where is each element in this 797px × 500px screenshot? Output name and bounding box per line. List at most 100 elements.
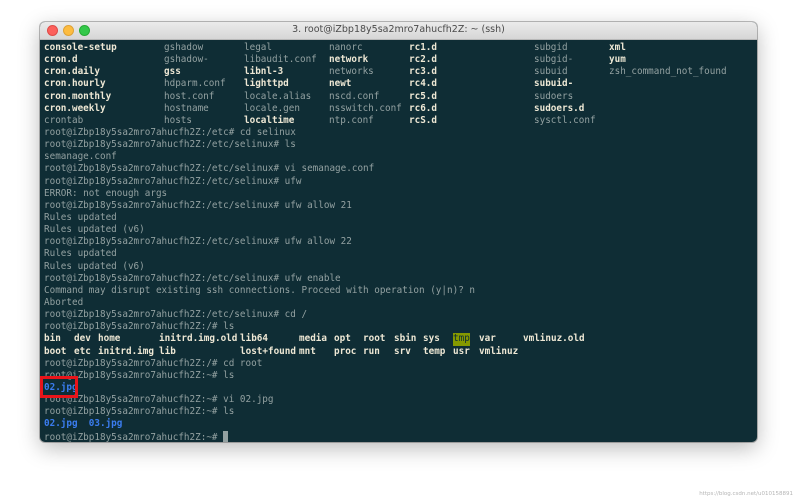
file-entry: sbin	[394, 333, 417, 345]
terminal-line: root@iZbp18y5sa2mro7ahucfh2Z:~# ls	[44, 406, 235, 418]
terminal-line: Aborted	[44, 296, 84, 308]
file-entry: subgid	[534, 42, 568, 53]
file-entry: nsswitch.conf	[329, 102, 402, 114]
terminal-line: root@iZbp18y5sa2mro7ahucfh2Z:/# cd root	[44, 357, 263, 369]
watermark: https://blog.csdn.net/u010158891	[699, 491, 793, 497]
file-entry: lib64	[240, 333, 268, 345]
root-listing: bin dev home initrd.img.old lib64 media opt roo…	[44, 333, 754, 357]
terminal-line: root@iZbp18y5sa2mro7ahucfh2Z:~# vi 02.jp…	[44, 394, 274, 406]
file-entry: rc4.d	[409, 78, 437, 90]
file-entry: opt	[334, 333, 351, 345]
file-entry: bin	[44, 333, 61, 345]
file-entry: rc3.d	[409, 66, 437, 78]
file-entry: etc	[74, 345, 91, 357]
file-entry: sys	[423, 333, 440, 345]
file-entry: gshadow	[164, 42, 204, 53]
file-entry: gshadow-	[164, 54, 209, 66]
terminal-line: Rules updated	[44, 211, 117, 223]
terminal-line: semanage.conf	[44, 151, 117, 163]
ls-result-line-2: 02.jpg 03.jpg	[44, 418, 754, 430]
prompt: root@iZbp18y5sa2mro7ahucfh2Z:~#	[44, 431, 224, 443]
terminal-window[interactable]: 3. root@iZbp18y5sa2mro7ahucfh2Z: ~ (ssh)…	[40, 22, 757, 442]
file-entry: hostname	[164, 102, 209, 114]
file-entry: cron.daily	[44, 66, 100, 78]
file-entry: rcS.d	[409, 114, 437, 126]
file-entry: yum	[609, 54, 626, 66]
file-entry: run	[363, 345, 380, 357]
file-entry: sudoers	[534, 90, 574, 102]
file-entry: host.conf	[164, 90, 215, 102]
file-entry: subuid-	[534, 78, 574, 90]
listing-row: cron.weekly hostname locale.gen nsswitch.co…	[44, 103, 754, 115]
file-entry: networks	[329, 66, 374, 78]
file-entry: lighttpd	[244, 78, 289, 90]
file-entry: srv	[394, 345, 411, 357]
file-entry: initrd.img	[98, 345, 154, 357]
terminal-line: root@iZbp18y5sa2mro7ahucfh2Z:/etc/selinu…	[44, 163, 375, 175]
file-entry: temp	[423, 345, 446, 357]
terminal-content[interactable]: console-setup gshadow legal nanorc rc1.d subg…	[44, 42, 754, 443]
file-entry: usr	[453, 345, 470, 357]
file-entry: rc1.d	[409, 42, 437, 53]
file-entry: sysctl.conf	[534, 114, 596, 126]
file-entry: 03.jpg	[88, 418, 123, 430]
terminal-line: root@iZbp18y5sa2mro7ahucfh2Z:/# ls	[44, 321, 235, 333]
command-history-3: root@iZbp18y5sa2mro7ahucfh2Z:~# vi 02.jp…	[44, 394, 754, 418]
file-entry: root	[363, 333, 386, 345]
file-entry: 02.jpg	[44, 418, 78, 430]
file-entry: nscd.conf	[329, 90, 380, 102]
file-entry: rc5.d	[409, 90, 437, 102]
terminal-line: root@iZbp18y5sa2mro7ahucfh2Z:/etc/selinu…	[44, 175, 302, 187]
file-entry: xml	[609, 42, 626, 53]
terminal-line: Rules updated	[44, 248, 117, 260]
file-entry: subgid-	[534, 54, 574, 66]
text-cursor	[223, 430, 229, 442]
file-entry: nanorc	[329, 42, 363, 53]
file-entry: subuid	[534, 66, 568, 78]
file-entry: vmlinuz.old	[523, 333, 585, 345]
file-entry: proc	[334, 345, 357, 357]
file-entry: crontab	[44, 114, 84, 126]
file-entry: zsh_command_not_found	[609, 66, 727, 78]
file-entry: locale.gen	[244, 102, 300, 114]
ls-result-line: 02.jpg	[44, 382, 754, 394]
file-entry: newt	[329, 78, 352, 90]
file-entry: rc2.d	[409, 54, 437, 66]
terminal-line: ERROR: not enough args	[44, 187, 168, 199]
command-history-2: root@iZbp18y5sa2mro7ahucfh2Z:/# cd root r…	[44, 358, 754, 382]
window-title: 3. root@iZbp18y5sa2mro7ahucfh2Z: ~ (ssh)	[292, 24, 505, 35]
file-entry: libnl-3	[244, 66, 284, 78]
terminal-line: root@iZbp18y5sa2mro7ahucfh2Z:/etc/selinu…	[44, 309, 308, 321]
current-prompt-line[interactable]: root@iZbp18y5sa2mro7ahucfh2Z:~#	[44, 430, 754, 443]
listing-row: bin dev home initrd.img.old lib64 media opt roo…	[44, 333, 754, 346]
file-entry: gss	[164, 66, 181, 78]
file-entry: network	[329, 54, 369, 66]
terminal-line: root@iZbp18y5sa2mro7ahucfh2Z:/etc/selinu…	[44, 272, 341, 284]
file-entry: locale.alias	[244, 90, 312, 102]
file-entry: vmlinuz	[479, 345, 519, 357]
file-entry: tmp	[453, 333, 470, 346]
listing-row: cron.hourly hdparm.conf lighttpd newt rc4.d s…	[44, 78, 754, 90]
file-entry: mnt	[299, 345, 316, 357]
file-entry: initrd.img.old	[159, 333, 238, 345]
file-entry: media	[299, 333, 327, 345]
file-entry: ntp.conf	[329, 114, 374, 126]
file-entry: cron.monthly	[44, 90, 112, 102]
file-entry: lost+found	[240, 345, 296, 357]
terminal-line: root@iZbp18y5sa2mro7ahucfh2Z:~# ls	[44, 369, 235, 381]
file-entry: hosts	[164, 114, 192, 126]
annotation-highlight-box	[40, 376, 78, 398]
file-entry: cron.weekly	[44, 102, 106, 114]
listing-row: cron.monthly host.conf locale.alias nscd.co…	[44, 91, 754, 103]
title-bar[interactable]: 3. root@iZbp18y5sa2mro7ahucfh2Z: ~ (ssh)	[40, 22, 757, 40]
file-entry: var	[479, 333, 496, 345]
file-entry: rc6.d	[409, 102, 437, 114]
listing-row: cron.d gshadow-libaudit.conf network rc2.d s…	[44, 54, 754, 66]
file-entry: home	[98, 333, 121, 345]
listing-row: console-setup gshadow legal nanorc rc1.d subg…	[44, 42, 754, 54]
listing-row: cron.daily gss libnl-3 networks rc3.d subuid z…	[44, 66, 754, 78]
listing-row: crontab hosts localtime ntp.conf rcS.d sysctl…	[44, 115, 754, 127]
file-entry: hdparm.conf	[164, 78, 226, 90]
file-entry: boot	[44, 345, 67, 357]
file-entry: sudoers.d	[534, 102, 585, 114]
